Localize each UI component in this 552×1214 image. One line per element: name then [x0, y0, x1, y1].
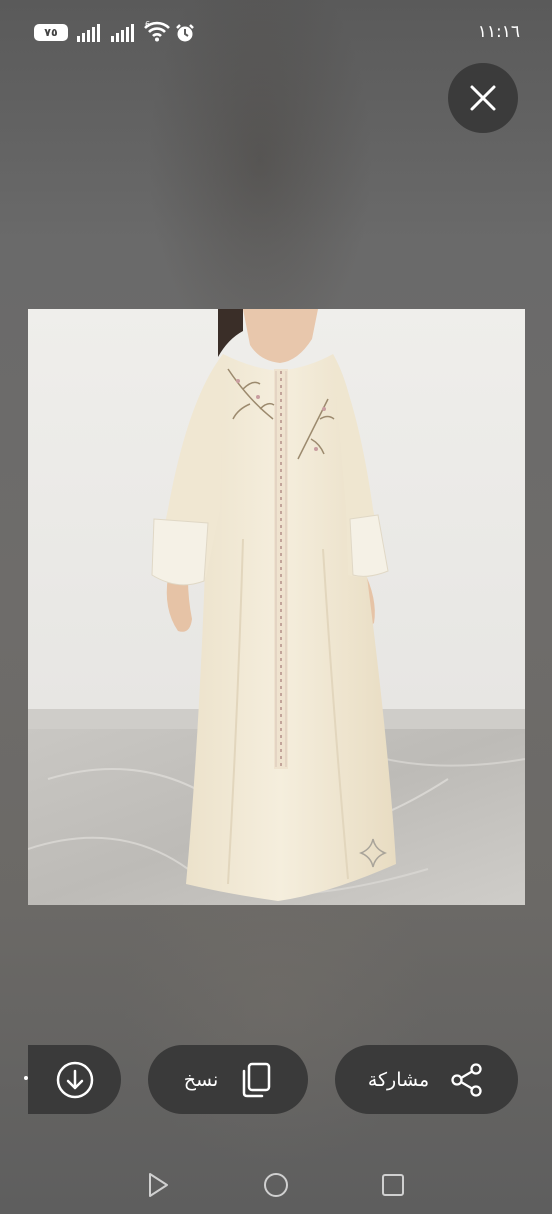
alarm-icon: [176, 24, 194, 42]
download-icon: [56, 1061, 93, 1098]
copy-icon: [243, 1062, 271, 1097]
battery-indicator: ٧٥: [34, 24, 68, 41]
share-button[interactable]: مشاركة: [335, 1045, 518, 1114]
home-circle-icon: [264, 1173, 288, 1197]
dress-illustration: [28, 309, 525, 905]
download-button[interactable]: [28, 1045, 121, 1114]
signal-strength-icon: [77, 24, 100, 42]
share-label: مشاركة: [367, 1068, 430, 1091]
signal-strength-2-icon: [111, 24, 134, 42]
close-button[interactable]: [448, 63, 518, 133]
clock: ١١:١٦: [477, 22, 520, 42]
nav-home-button[interactable]: [256, 1165, 296, 1205]
copy-button[interactable]: نسخ: [148, 1045, 308, 1114]
back-triangle-icon: [149, 1173, 168, 1197]
close-icon: [470, 85, 496, 111]
recents-square-icon: [382, 1174, 404, 1196]
wifi-icon: 6: [144, 20, 170, 42]
status-bar: ٧٥ 6 ١١:١٦: [0, 0, 552, 66]
nav-back-button[interactable]: [138, 1165, 178, 1205]
dress-photo: [28, 309, 525, 905]
copy-label: نسخ: [183, 1068, 219, 1091]
share-icon: [451, 1062, 482, 1097]
nav-recents-button[interactable]: [373, 1165, 413, 1205]
svg-text:6: 6: [145, 20, 150, 29]
